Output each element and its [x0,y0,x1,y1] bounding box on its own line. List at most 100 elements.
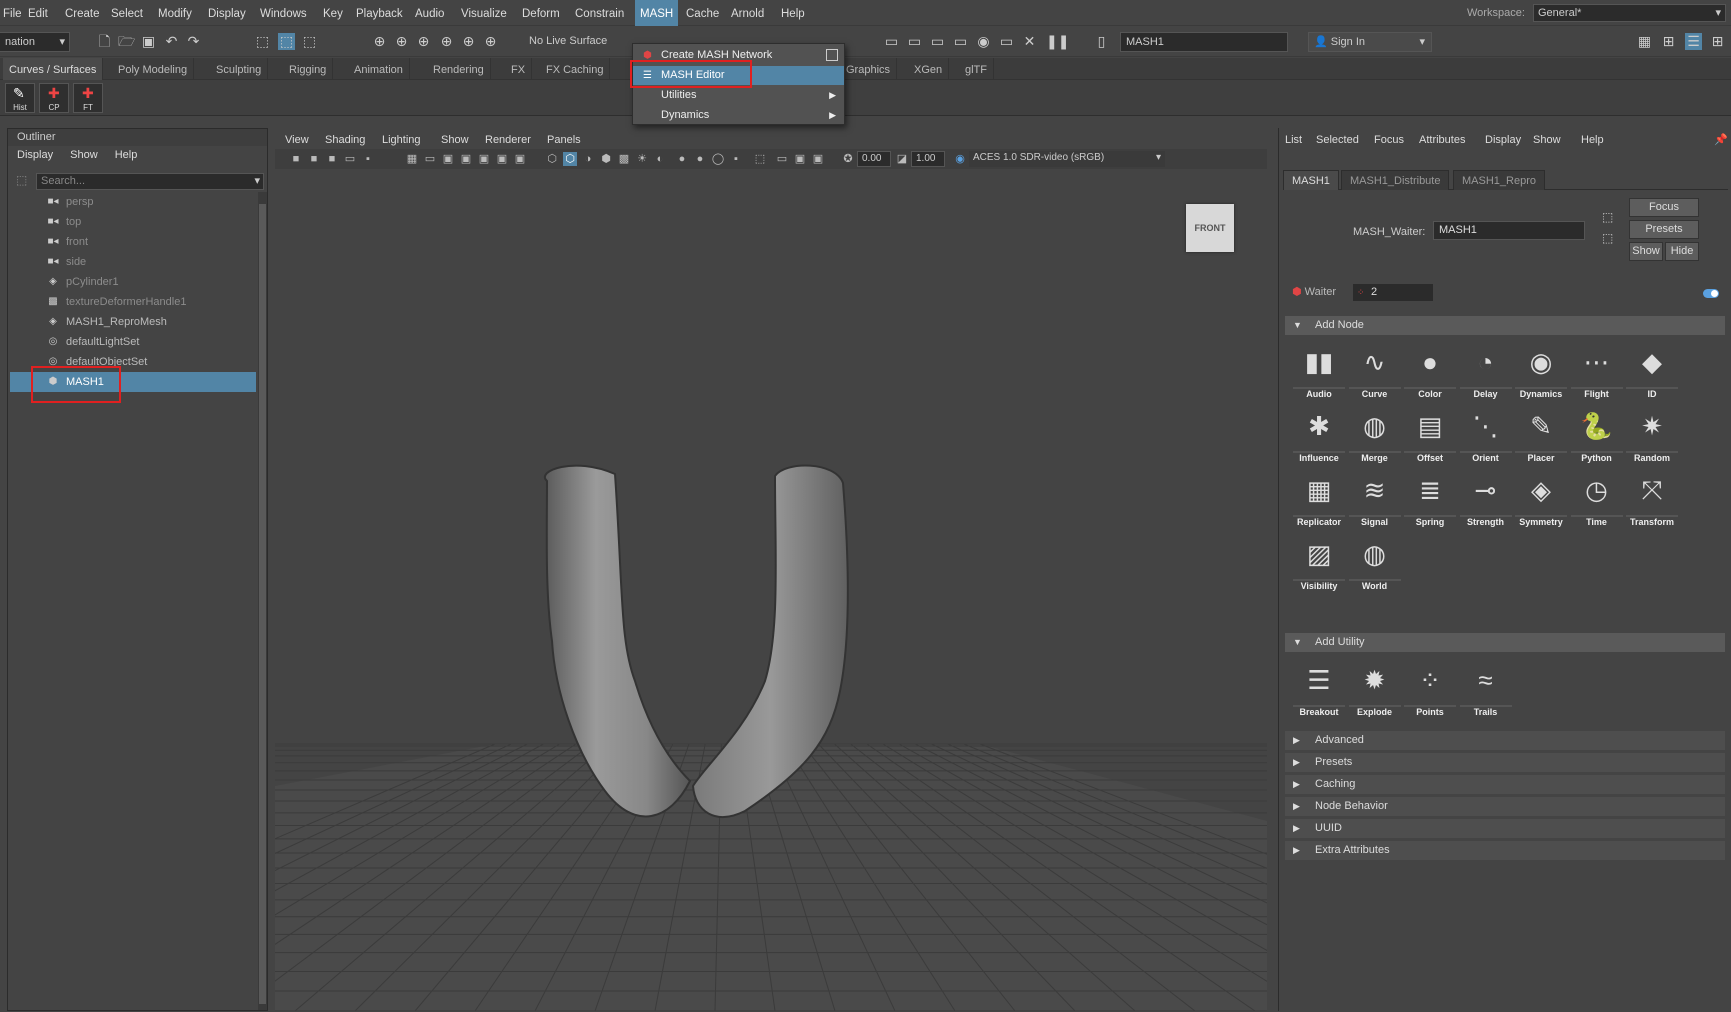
light-editor-icon[interactable]: ✕ [1021,33,1038,50]
menu-deform[interactable]: Deform [519,0,563,26]
focus-button[interactable]: Focus [1629,198,1699,217]
ae-menu-focus[interactable]: Focus [1374,128,1404,152]
mash-node-strength-button[interactable]: ⊸ Strength [1459,468,1512,528]
menu-cache[interactable]: Cache [683,0,722,26]
outliner-item-texturedeformerhandle1[interactable]: ▩ textureDeformerHandle1 [10,292,256,312]
input-field-icon[interactable]: ▯ [1093,33,1110,50]
live-surface-field[interactable]: No Live Surface [524,32,624,52]
color-management-icon[interactable]: ◉ [953,152,967,166]
mash-node-replicator-button[interactable]: ▦ Replicator [1293,468,1345,528]
mash-utility-breakout-button[interactable]: ☰ Breakout [1293,658,1345,718]
section-node-behavior[interactable]: ▶ Node Behavior [1285,797,1725,816]
menu-select[interactable]: Select [108,0,146,26]
render-view-icon[interactable]: ▭ [883,33,900,50]
channel-box-toggle-icon[interactable]: ⊞ [1660,33,1677,50]
snap-surface-icon[interactable]: ⊕ [460,33,477,50]
select-tool-icon[interactable]: ⬚ [254,33,271,50]
menu-item-dynamics[interactable]: Dynamics ▶ [633,106,844,125]
mash-node-influence-button[interactable]: ✱ Influence [1293,404,1345,464]
menu-windows[interactable]: Windows [257,0,310,26]
antialias-icon[interactable]: ◯ [711,152,725,166]
menu-modify[interactable]: Modify [155,0,195,26]
field-chart-icon[interactable]: ▣ [477,152,491,166]
outliner-scrollbar[interactable] [258,192,267,1010]
pin-icon[interactable]: 📌 [1714,128,1728,152]
color-space-dropdown[interactable]: ACES 1.0 SDR-video (sRGB) ▾ [969,151,1165,167]
outliner-menu-help[interactable]: Help [115,149,138,161]
menu-visualize[interactable]: Visualize [458,0,510,26]
option-box-icon[interactable] [826,49,838,61]
menu-constrain[interactable]: Constrain [572,0,627,26]
ae-menu-attributes[interactable]: Attributes [1419,128,1465,152]
film-gate-icon[interactable]: ▭ [423,152,437,166]
filter-icon[interactable]: ⬚ [16,173,27,187]
outliner-item-top[interactable]: ■◂ top [10,212,256,232]
section-add-utility[interactable]: ▼ Add Utility [1285,633,1725,652]
outliner-item-pcylinder1[interactable]: ◈ pCylinder1 [10,272,256,292]
mash-node-spring-button[interactable]: ≣ Spring [1404,468,1456,528]
mash-node-random-button[interactable]: ✷ Random [1626,404,1678,464]
presets-button[interactable]: Presets [1629,220,1699,239]
shelf-hist-button[interactable]: ✎ Hist [5,83,35,113]
outliner-search-input[interactable]: Search... ▾ [36,173,264,190]
render-frame-icon[interactable]: ▭ [906,33,923,50]
wireframe-shade-icon[interactable]: ⬡ [545,152,559,166]
modeling-toolkit-icon[interactable]: ▦ [1636,33,1653,50]
gate-mask-icon[interactable]: ▣ [459,152,473,166]
outliner-item-front[interactable]: ■◂ front [10,232,256,252]
mash-node-merge-button[interactable]: ◍ Merge [1348,404,1401,464]
outliner-item-defaultlightset[interactable]: ◎ defaultLightSet [10,332,256,352]
ae-tab-mash1[interactable]: MASH1 [1283,170,1339,190]
snap-curve-icon[interactable]: ⊕ [393,33,410,50]
mash-node-curve-button[interactable]: ∿ Curve [1348,340,1401,400]
shelf-tab-graphics[interactable]: Graphics [840,58,898,80]
outliner-menu-show[interactable]: Show [70,149,98,161]
ae-menu-selected[interactable]: Selected [1316,128,1359,152]
ae-menu-display[interactable]: Display [1485,128,1521,152]
menu-display[interactable]: Display [205,0,249,26]
safe-action-icon[interactable]: ▣ [495,152,509,166]
section-add-node[interactable]: ▼ Add Node [1285,316,1725,335]
use-lights-icon[interactable]: ☀ [635,152,649,166]
snap-view-icon[interactable]: ⊕ [438,33,455,50]
safe-title-icon[interactable]: ▣ [513,152,527,166]
menu-playback[interactable]: Playback [353,0,406,26]
section-presets[interactable]: ▶ Presets [1285,753,1725,772]
mash-utility-explode-button[interactable]: ✹ Explode [1348,658,1401,718]
render-setup-icon[interactable]: ▭ [998,33,1015,50]
sign-in-button[interactable]: 👤 Sign In ▾ [1308,32,1432,52]
shelf-tab-fx-caching[interactable]: FX Caching [540,58,611,80]
textured-icon[interactable]: ⬢ [599,152,613,166]
mash-node-id-button[interactable]: ◆ ID [1626,340,1678,400]
mash-node-symmetry-button[interactable]: ◈ Symmetry [1515,468,1567,528]
mash-node-python-button[interactable]: 🐍 Python [1570,404,1623,464]
menu-help[interactable]: Help [778,0,808,26]
menu-key[interactable]: Key [320,0,346,26]
mash-node-color-button[interactable]: ● Color [1404,340,1456,400]
section-advanced[interactable]: ▶ Advanced [1285,731,1725,750]
mash-node-placer-button[interactable]: ✎ Placer [1515,404,1567,464]
ae-menu-show[interactable]: Show [1533,128,1561,152]
shadows-icon[interactable]: ◐ [653,152,667,166]
camera-attributes-icon[interactable]: ■ [307,152,321,166]
mash-node-time-button[interactable]: ◷ Time [1570,468,1623,528]
ipr-render-icon[interactable]: ▭ [929,33,946,50]
gamma-icon[interactable]: ◪ [895,152,909,166]
snap-grid-icon[interactable]: ⊕ [371,33,388,50]
snap-edge-icon[interactable]: ⊕ [482,33,499,50]
save-scene-icon[interactable]: ▣ [140,33,157,50]
outliner-item-side[interactable]: ■◂ side [10,252,256,272]
menu-arnold[interactable]: Arnold [728,0,767,26]
shelf-tab-rendering[interactable]: Rendering [427,58,491,80]
outliner-item-persp[interactable]: ■◂ persp [10,192,256,212]
open-scene-icon[interactable]: 🗁 [118,33,135,50]
xray-joints-icon[interactable]: ▭ [775,152,789,166]
shelf-tab-fx[interactable]: FX [505,58,533,80]
mash-node-signal-button[interactable]: ≋ Signal [1348,468,1401,528]
menu-item-utilities[interactable]: Utilities ▶ [633,86,844,105]
xray-active-icon[interactable]: ▣ [793,152,807,166]
mash-utility-points-button[interactable]: ⁘ Points [1404,658,1456,718]
show-button[interactable]: Show [1629,242,1663,261]
image-plane-icon[interactable]: ▭ [343,152,357,166]
mash-waiter-name-field[interactable]: MASH1 [1433,221,1585,240]
